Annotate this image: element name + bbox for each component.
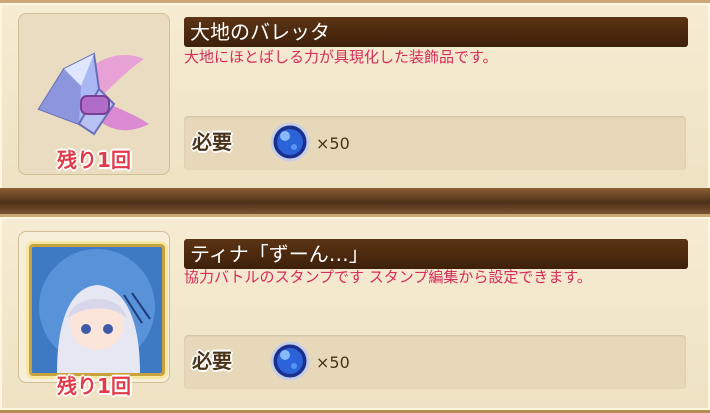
item-title: 大地のバレッタ bbox=[184, 17, 688, 47]
requirement-panel: 必要 ×50 bbox=[184, 335, 686, 389]
required-quantity: ×50 bbox=[316, 134, 350, 153]
tina-stamp-icon bbox=[29, 244, 165, 376]
blue-orb-icon bbox=[270, 341, 310, 381]
item-title: ティナ「ずーん…」 bbox=[184, 239, 688, 269]
requirement-label: 必要 bbox=[192, 349, 232, 373]
remaining-count: 残り1回 bbox=[57, 374, 131, 398]
exchange-item-card[interactable]: 残り1回 大地のバレッタ 大地にほとばしる力が具現化した装飾品です。 必要 ×5… bbox=[0, 0, 710, 194]
blue-orb-icon bbox=[270, 122, 310, 162]
remaining-count: 残り1回 bbox=[57, 148, 131, 172]
item-description: 大地にほとばしる力が具現化した装飾品です。 bbox=[184, 48, 498, 66]
required-quantity: ×50 bbox=[316, 353, 350, 372]
list-divider bbox=[0, 188, 710, 214]
item-thumbnail[interactable]: 残り1回 bbox=[18, 13, 170, 175]
exchange-item-card[interactable]: 残り1回 ティナ「ずーん…」 協力バトルのスタンプです スタンプ編集から設定でき… bbox=[0, 214, 710, 413]
requirement-panel: 必要 ×50 bbox=[184, 116, 686, 170]
item-thumbnail[interactable]: 残り1回 bbox=[18, 231, 170, 398]
item-description: 協力バトルのスタンプです スタンプ編集から設定できます。 bbox=[184, 268, 592, 286]
requirement-label: 必要 bbox=[192, 130, 232, 154]
